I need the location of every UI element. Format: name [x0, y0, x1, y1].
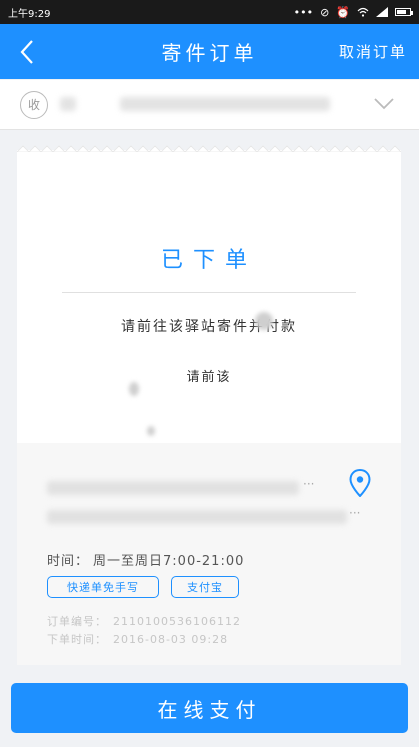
header-bar: 寄件订单 取消订单 [0, 24, 419, 79]
order-card: 已下单 请前往该驿站寄件并付款 请前该 ··· ··· 时间： 周一至周日7:00… [17, 145, 401, 665]
cancel-order-button[interactable]: 取消订单 [339, 41, 407, 62]
redacted-station-address [47, 510, 347, 524]
pay-online-button[interactable]: 在线支付 [11, 683, 408, 733]
order-number-label: 订单编号： [47, 615, 107, 628]
instruction-text: 请前往该驿站寄件并付款 [121, 319, 297, 335]
hours-label: 时间： [47, 554, 90, 569]
hours-value: 周一至周日7:00-21:00 [93, 554, 245, 569]
business-hours: 时间： 周一至周日7:00-21:00 [47, 550, 244, 569]
order-number: 订单编号： 2110100536106112 [47, 613, 241, 629]
alarm-icon: ⏰ [336, 5, 350, 19]
tag-handwriting-free: 快递单免手写 [47, 576, 159, 598]
order-time-value: 2016-08-03 09:28 [113, 633, 229, 646]
battery-icon [395, 8, 413, 16]
receiver-row[interactable]: 收 [0, 80, 419, 130]
station-info: ··· ··· 时间： 周一至周日7:00-21:00 快递单免手写 支付宝 订单… [17, 443, 401, 665]
back-arrow-icon[interactable] [14, 38, 42, 66]
station-name-more: ··· [303, 477, 315, 491]
status-bar: 上午9:29 ••• ⊘ ⏰ [0, 0, 419, 24]
mute-icon: ⊘ [320, 5, 330, 19]
card-edge [17, 145, 401, 152]
image-artifact [255, 312, 273, 330]
sub-instruction-text: 请前该 [186, 370, 232, 385]
status-icons: ••• ⊘ ⏰ [293, 5, 413, 19]
redacted-station-name [47, 481, 299, 495]
chevron-down-icon[interactable] [373, 94, 395, 114]
order-time-label: 下单时间： [47, 633, 107, 646]
order-status: 已下单 [160, 248, 257, 273]
receiver-badge: 收 [20, 90, 48, 119]
location-pin-icon[interactable] [349, 469, 371, 497]
image-artifact [129, 382, 139, 396]
signal-icon [376, 7, 388, 17]
divider [62, 292, 356, 293]
dots-icon: ••• [293, 5, 314, 19]
tag-alipay: 支付宝 [171, 576, 239, 598]
wifi-icon [357, 7, 369, 17]
order-number-value: 2110100536106112 [113, 615, 241, 628]
redacted-receiver-info [120, 97, 330, 111]
status-time: 上午9:29 [8, 8, 51, 20]
redacted-receiver-name [60, 97, 76, 111]
order-time: 下单时间： 2016-08-03 09:28 [47, 631, 228, 647]
station-address-more: ··· [349, 506, 361, 520]
image-artifact [147, 426, 155, 436]
